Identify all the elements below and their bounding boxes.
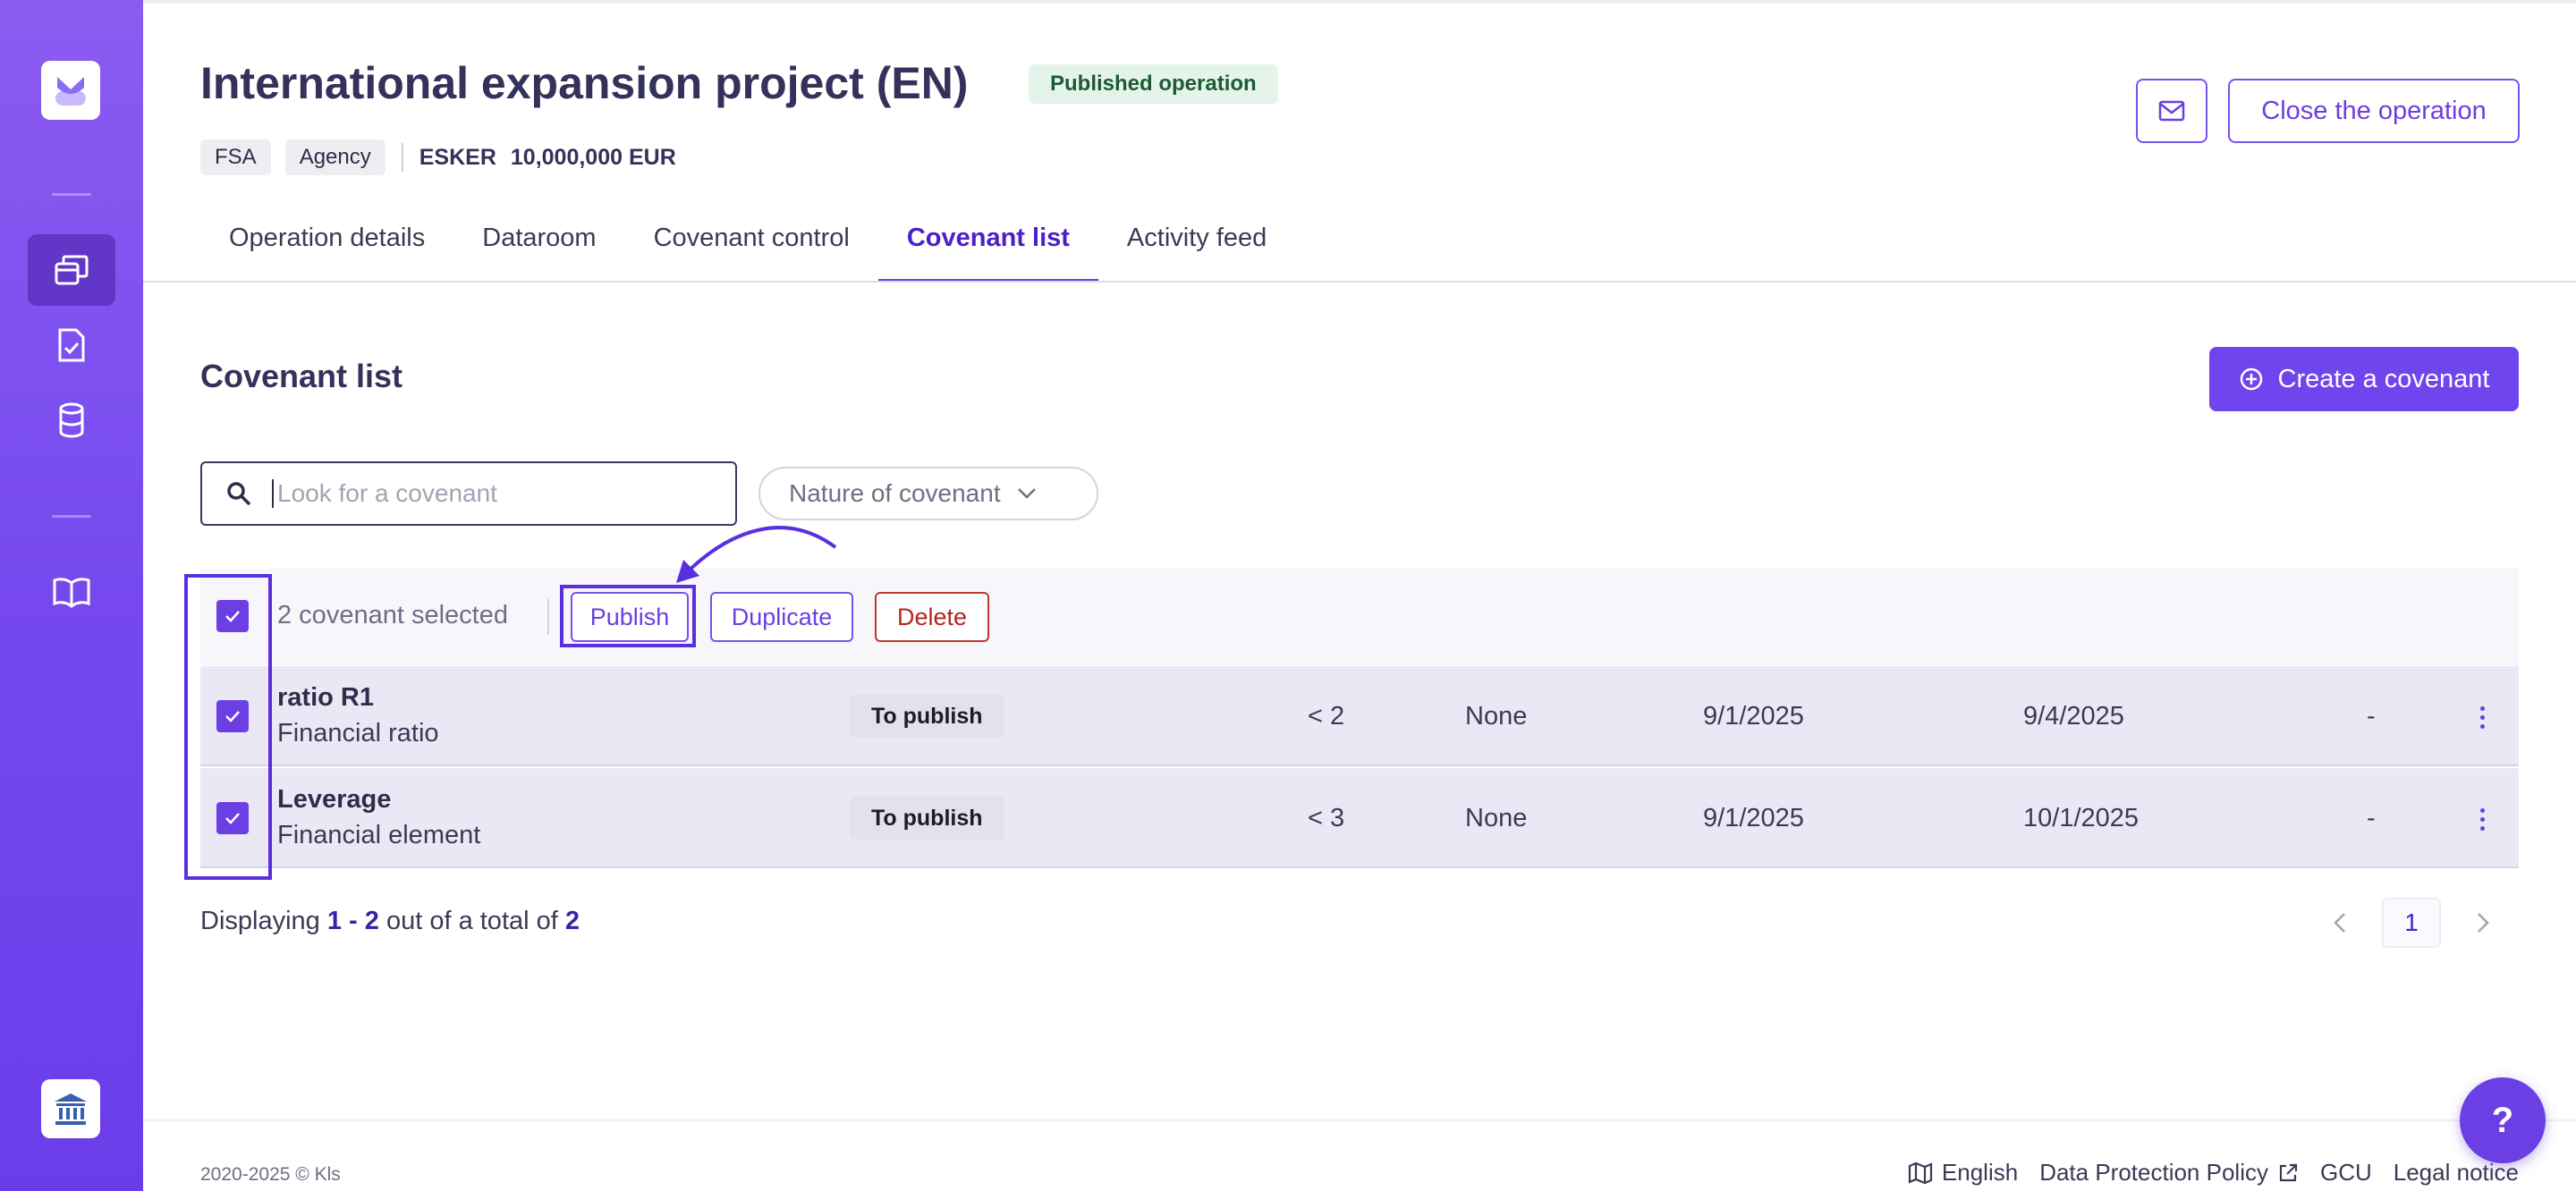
chevron-down-icon [1017,488,1036,499]
privacy-link[interactable]: Data Protection Policy [2039,1159,2299,1187]
chevron-right-icon [2478,913,2489,933]
map-icon [1908,1161,1933,1184]
row-menu-icon[interactable] [2480,706,2486,729]
language-selector[interactable]: English [1908,1159,2018,1187]
tag-fsa: FSA [200,139,271,175]
pagination-info: Displaying 1 - 2 out of a total of 2 [200,907,580,936]
help-button[interactable]: ? [2460,1077,2546,1163]
page-title: International expansion project (EN) [200,58,969,108]
pagination-total: 2 [564,907,580,935]
language-label: English [1941,1159,2019,1186]
plus-circle-icon [2240,367,2262,391]
chevron-left-icon [2334,913,2345,933]
logo-icon [55,77,86,106]
database-icon [59,402,84,438]
sidebar-divider [52,515,91,518]
tab-covenant-list[interactable]: Covenant list [877,215,1099,283]
row-menu-icon[interactable] [2480,808,2486,831]
filter-label: Nature of covenant [789,479,1001,507]
annotation-arrow-icon [676,526,837,583]
covenant-name[interactable]: Leverage [277,785,391,815]
covenant-threshold: < 2 [1308,702,1345,731]
covenant-extra: - [2367,702,2376,731]
prev-page-button[interactable] [2324,898,2356,948]
tab-operation-details[interactable]: Operation details [200,215,453,283]
page-number-1[interactable]: 1 [2382,898,2441,948]
pagination-middle: out of a total of [386,907,558,935]
operation-tags: FSA Agency ESKER 10,000,000 EUR [200,139,676,175]
nature-filter-dropdown[interactable]: Nature of covenant [758,467,1098,520]
app-logo[interactable] [41,61,100,120]
close-operation-button[interactable]: Close the operation [2228,79,2520,143]
covenant-name[interactable]: ratio R1 [277,683,374,713]
publish-highlight-box [560,585,696,647]
top-border [143,0,2576,4]
covenant-status-badge: To publish [850,797,1004,840]
operation-amount: 10,000,000 EUR [510,144,676,170]
privacy-label: Data Protection Policy [2039,1159,2268,1186]
company-name: ESKER [419,144,496,170]
covenant-tolerance: None [1465,804,1528,832]
tag-agency: Agency [284,139,386,175]
tab-covenant-control[interactable]: Covenant control [625,215,878,283]
institution-logo[interactable] [41,1079,100,1138]
search-input[interactable] [272,479,701,508]
tab-activity-feed[interactable]: Activity feed [1098,215,1295,283]
covenant-type: Financial ratio [277,719,439,748]
email-button[interactable] [2136,79,2207,143]
create-covenant-button[interactable]: Create a covenant [2209,347,2519,411]
toolbar-divider [547,599,549,635]
section-title: Covenant list [200,358,403,394]
covenant-extra: - [2367,804,2376,832]
sidebar-item-database[interactable] [28,384,115,456]
document-check-icon [58,328,85,362]
pagination-prefix: Displaying [200,907,320,935]
covenant-next-date: 9/4/2025 [2023,702,2124,731]
sidebar-divider [52,193,91,196]
bank-icon [55,1094,87,1125]
pagination-range: 1 - 2 [326,907,379,935]
covenant-next-date: 10/1/2025 [2023,804,2140,832]
tabs-divider [143,281,2576,283]
footer-links: English Data Protection Policy GCU Legal… [1908,1159,2519,1187]
sidebar [0,0,143,1191]
covenant-threshold: < 3 [1308,804,1345,832]
mail-icon [2158,100,2185,122]
sidebar-item-guide[interactable] [28,556,115,628]
selection-count: 2 covenant selected [277,601,508,629]
checkbox-highlight-box [184,574,272,880]
book-icon [53,578,90,608]
external-link-icon [2279,1163,2298,1181]
covenant-start-date: 9/1/2025 [1703,702,1804,731]
covenant-type: Financial element [277,821,481,849]
next-page-button[interactable] [2467,898,2499,948]
search-icon [227,482,251,506]
copyright: 2020-2025 © Kls [200,1164,341,1185]
delete-button[interactable]: Delete [875,592,989,642]
table-row[interactable] [200,666,2519,766]
covenant-tolerance: None [1465,702,1528,731]
sidebar-item-operations[interactable] [28,234,115,306]
tag-divider [401,143,403,172]
gcu-link[interactable]: GCU [2320,1159,2372,1187]
duplicate-button[interactable]: Duplicate [710,592,853,642]
search-box [200,461,737,526]
sidebar-item-documents[interactable] [28,309,115,381]
create-covenant-label: Create a covenant [2277,364,2490,393]
footer-divider [143,1119,2576,1121]
windows-icon [55,255,89,285]
status-badge: Published operation [1029,64,1278,104]
table-row[interactable] [200,768,2519,868]
covenant-start-date: 9/1/2025 [1703,804,1804,832]
tab-bar: Operation details Dataroom Covenant cont… [200,215,1295,283]
covenant-status-badge: To publish [850,695,1004,738]
tab-dataroom[interactable]: Dataroom [453,215,624,283]
